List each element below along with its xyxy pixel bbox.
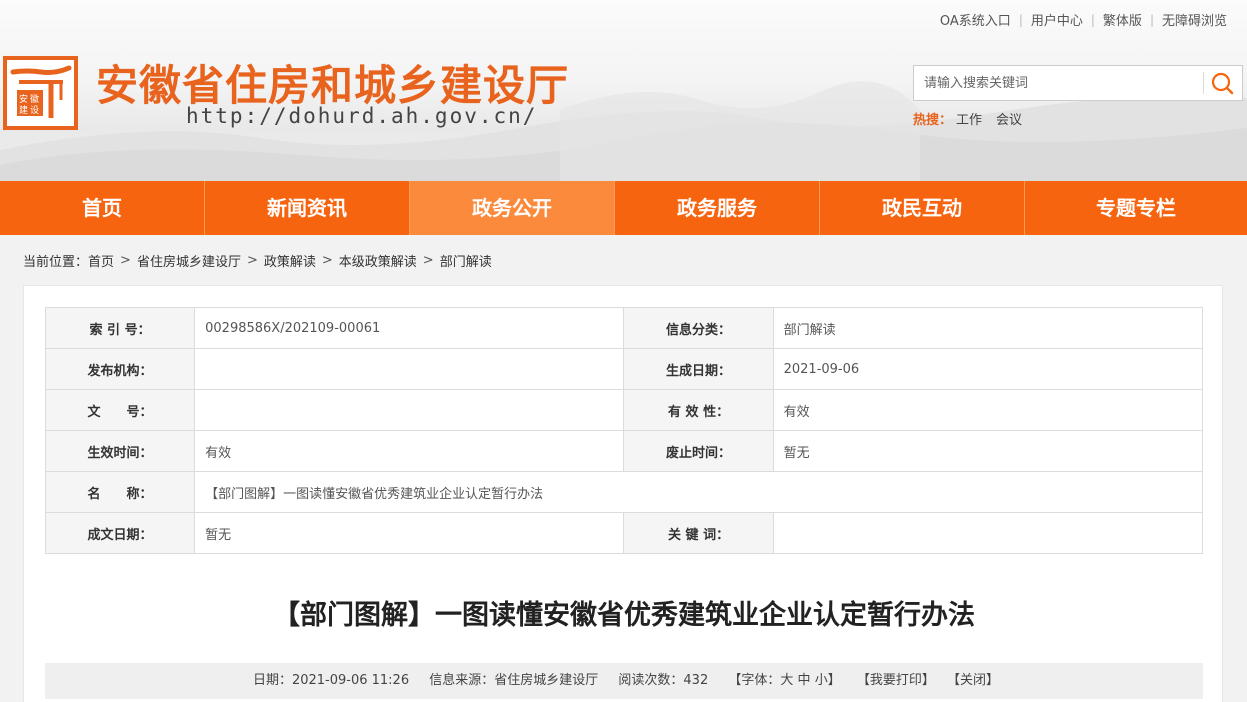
meta-label: 信息分类： [623, 307, 774, 349]
meta-label: 有 效 性： [623, 389, 774, 431]
svg-text:设: 设 [30, 105, 39, 116]
traditional-chinese-link[interactable]: 繁体版 [1095, 10, 1150, 29]
main-nav: 首页 新闻资讯 政务公开 政务服务 政民互动 专题专栏 [0, 181, 1247, 235]
oa-entry-link[interactable]: OA系统入口 [932, 10, 1019, 29]
top-links: OA系统入口 | 用户中心 | 繁体版 | 无障碍浏览 [932, 10, 1235, 30]
user-center-link[interactable]: 用户中心 [1023, 10, 1091, 29]
table-row: 成文日期： 暂无 关 键 词： [44, 512, 1204, 554]
table-row: 文 号： 有 效 性： 有效 [44, 389, 1204, 431]
svg-text:徽: 徽 [30, 93, 39, 105]
publish-date: 日期：2021-09-06 11:26 [252, 673, 410, 688]
meta-value [194, 348, 625, 390]
site-url: http://dohurd.ah.gov.cn/ [186, 104, 538, 128]
breadcrumb-separator: > [321, 253, 333, 268]
hot-search: 热搜： 工作 会议 [913, 109, 1032, 128]
search-button[interactable] [1208, 70, 1238, 98]
article-info-bar: 日期：2021-09-06 11:26 信息来源：省住房城乡建设厅 阅读次数：4… [45, 663, 1203, 699]
hot-search-label: 热搜： [913, 113, 953, 128]
article-title: 【部门图解】一图读懂安徽省优秀建筑业企业认定暂行办法 [273, 600, 975, 631]
breadcrumb-link[interactable]: 首页 [88, 251, 114, 270]
search-divider [1203, 72, 1204, 94]
font-size-prefix: 【字体： [728, 673, 781, 688]
font-size-suffix: 】 [827, 673, 841, 688]
hot-term-link[interactable]: 会议 [996, 113, 1022, 128]
table-row: 生效时间： 有效 废止时间： 暂无 [44, 430, 1204, 472]
search-input[interactable] [914, 66, 1202, 100]
nav-item-government-services[interactable]: 政务服务 [615, 181, 820, 235]
breadcrumb: 当前位置： 首页 > 省住房城乡建设厅 > 政策解读 > 本级政策解读 > 部门… [23, 251, 492, 270]
meta-value: 暂无 [194, 512, 625, 554]
meta-value: 暂无 [772, 430, 1204, 472]
meta-label: 关 键 词： [623, 512, 774, 554]
article-container: 索 引 号： 00298586X/202109-00061 信息分类： 部门解读… [23, 285, 1223, 702]
meta-label: 废止时间： [623, 430, 774, 472]
search-icon [1211, 72, 1234, 95]
nav-item-news[interactable]: 新闻资讯 [205, 181, 410, 235]
meta-label: 发布机构： [44, 348, 196, 390]
breadcrumb-link[interactable]: 省住房城乡建设厅 [137, 251, 241, 270]
table-row: 名 称： 【部门图解】一图读懂安徽省优秀建筑业企业认定暂行办法 [44, 471, 1203, 513]
meta-label: 名 称： [44, 471, 196, 513]
breadcrumb-separator: > [120, 253, 131, 268]
meta-value: 00298586X/202109-00061 [194, 307, 625, 349]
metadata-table: 索 引 号： 00298586X/202109-00061 信息分类： 部门解读… [44, 307, 1204, 554]
table-row: 发布机构： 生成日期： 2021-09-06 [44, 348, 1204, 390]
nav-item-public-interaction[interactable]: 政民互动 [820, 181, 1025, 235]
meta-value: 2021-09-06 [772, 348, 1204, 390]
read-count: 阅读次数：432 [618, 673, 709, 688]
font-medium-button[interactable]: 中 [798, 673, 811, 688]
font-large-button[interactable]: 大 [780, 673, 793, 688]
meta-label: 生效时间： [44, 430, 196, 472]
svg-text:建: 建 [19, 104, 28, 116]
close-button[interactable]: 【关闭】 [947, 673, 999, 688]
search-box [913, 65, 1243, 101]
breadcrumb-link[interactable]: 本级政策解读 [339, 251, 417, 270]
breadcrumb-separator: > [422, 253, 434, 268]
accessibility-link[interactable]: 无障碍浏览 [1154, 10, 1235, 29]
breadcrumb-label: 当前位置： [23, 255, 89, 270]
print-button[interactable]: 【我要打印】 [857, 673, 935, 688]
site-logo[interactable]: 安 徽 建 设 [3, 56, 78, 130]
site-header: OA系统入口 | 用户中心 | 繁体版 | 无障碍浏览 安 徽 建 设 安徽省住… [0, 0, 1247, 181]
emblem-logo: 安 徽 建 设 [10, 65, 72, 118]
meta-label: 文 号： [44, 389, 196, 431]
meta-value: 部门解读 [772, 307, 1204, 349]
nav-item-government-affairs[interactable]: 政务公开 [410, 181, 615, 235]
svg-text:安: 安 [19, 93, 28, 105]
meta-value: 【部门图解】一图读懂安徽省优秀建筑业企业认定暂行办法 [194, 471, 1203, 513]
meta-value: 有效 [194, 430, 625, 472]
breadcrumb-separator: > [246, 253, 258, 268]
meta-value: 有效 [772, 389, 1204, 431]
breadcrumb-link[interactable]: 政策解读 [264, 251, 316, 270]
meta-label: 索 引 号： [44, 307, 196, 349]
meta-label: 生成日期： [623, 348, 774, 390]
meta-value [194, 389, 625, 431]
hot-term-link[interactable]: 工作 [956, 113, 982, 128]
nav-item-special-topics[interactable]: 专题专栏 [1025, 181, 1247, 235]
info-source: 信息来源：省住房城乡建设厅 [429, 673, 599, 688]
meta-value [772, 512, 1204, 554]
meta-label: 成文日期： [44, 512, 196, 554]
font-size-controls: 【字体：大 中 小】 [728, 673, 840, 688]
nav-item-home[interactable]: 首页 [0, 181, 205, 235]
font-small-button[interactable]: 小 [815, 673, 828, 688]
breadcrumb-link[interactable]: 部门解读 [440, 251, 492, 270]
table-row: 索 引 号： 00298586X/202109-00061 信息分类： 部门解读 [44, 307, 1204, 349]
